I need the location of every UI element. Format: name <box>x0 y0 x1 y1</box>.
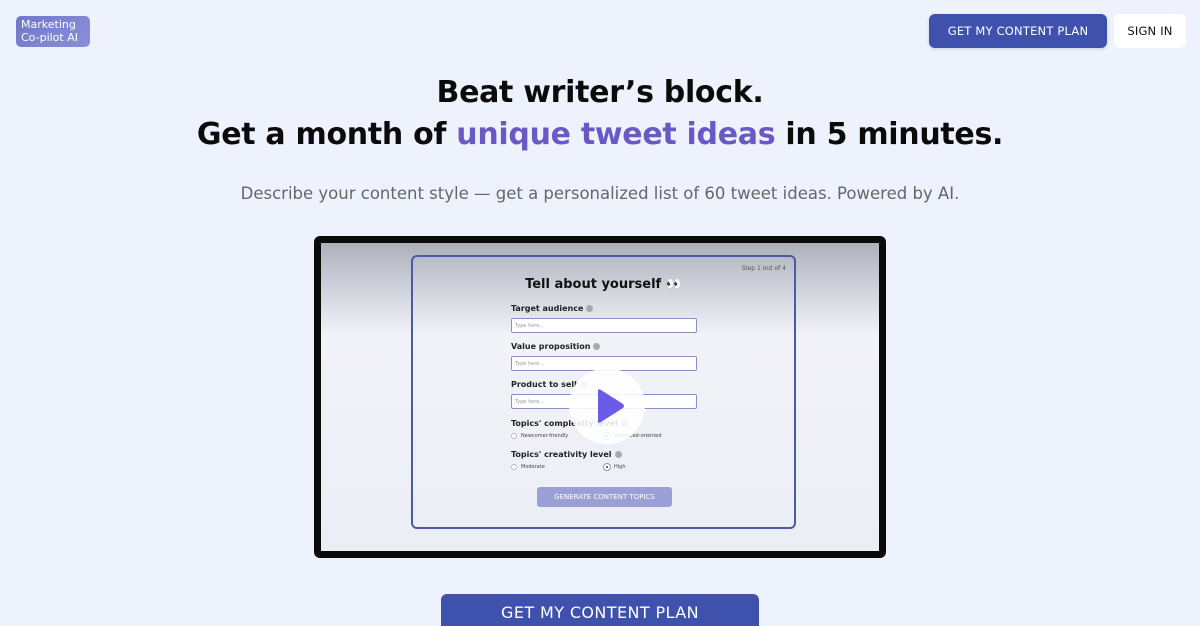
sign-in-button[interactable]: SIGN IN <box>1114 14 1186 48</box>
field-label-value-proposition: Value proposition <box>511 342 601 351</box>
radio-high: High <box>604 464 697 470</box>
logo-line-2: Co-pilot AI <box>21 30 78 44</box>
logo-line-1: Marketing <box>21 18 76 31</box>
step-indicator: Step 1 out of 4 <box>741 265 786 272</box>
play-button[interactable] <box>569 368 645 444</box>
bottom-get-content-plan-button[interactable]: GET MY CONTENT PLAN <box>441 594 759 626</box>
hero-subtitle: Describe your content style — get a pers… <box>240 184 960 203</box>
help-icon <box>593 343 601 350</box>
headline-prefix: Get a month of <box>196 117 457 152</box>
headline-suffix: in 5 minutes. <box>775 117 1004 152</box>
video-screen: Step 1 out of 4 Tell about yourself 👀 Ta… <box>321 243 879 551</box>
field-label-target-audience: Target audience <box>511 304 594 313</box>
generate-topics-button-preview: GENERATE CONTENT TOPICS <box>537 487 672 507</box>
field-label-creativity: Topics' creativity level <box>511 450 622 459</box>
demo-video[interactable]: Step 1 out of 4 Tell about yourself 👀 Ta… <box>314 236 886 558</box>
radio-icon <box>511 433 517 439</box>
hero-headline: Beat writer’s block. Get a month of uniq… <box>0 72 1200 156</box>
get-content-plan-button[interactable]: GET MY CONTENT PLAN <box>929 14 1107 48</box>
radio-moderate: Moderate <box>511 464 604 470</box>
help-icon <box>614 451 622 458</box>
help-icon <box>586 305 594 312</box>
target-audience-input: Type here... <box>511 318 697 333</box>
creativity-options: Moderate High <box>511 464 697 470</box>
radio-selected-icon <box>604 464 610 470</box>
headline-line-1: Beat writer’s block. <box>436 75 764 110</box>
radio-icon <box>511 464 517 470</box>
play-icon <box>597 389 624 423</box>
logo[interactable]: Marketing Co-pilot AI <box>16 16 90 47</box>
form-title: Tell about yourself 👀 <box>525 277 682 292</box>
headline-accent: unique tweet ideas <box>456 117 776 152</box>
